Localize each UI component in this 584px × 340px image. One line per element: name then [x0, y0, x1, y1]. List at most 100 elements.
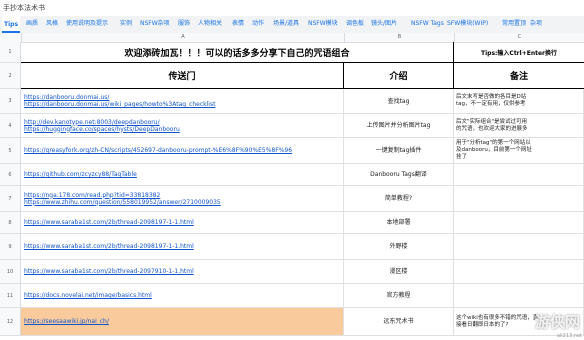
- note-cell[interactable]: [454, 260, 584, 284]
- row-header[interactable]: 4: [0, 114, 21, 138]
- link[interactable]: https://nga.178.com/read.php?tid=3381838…: [24, 192, 343, 199]
- link[interactable]: http://dev.kanotype.net:8003/deepdanboor…: [24, 119, 343, 126]
- link[interactable]: https://danbooru.donmai.us/: [24, 94, 343, 101]
- tab-usage[interactable]: 使用说明及提示: [66, 19, 108, 29]
- intro-text: Danbooru Tags翻译: [370, 171, 427, 178]
- note-text: 后文末写是否做的各目是D站: [456, 94, 527, 100]
- row-header[interactable]: 3: [0, 89, 21, 114]
- tab-nsfw-module[interactable]: NSFW模块: [308, 19, 338, 29]
- tab-pinned[interactable]: 常用置顶: [502, 19, 526, 29]
- note-cell[interactable]: [454, 234, 584, 260]
- intro-cell[interactable]: 官方教程: [344, 284, 454, 308]
- link[interactable]: https://danbooru.donmai.us/wiki_pages/ho…: [24, 101, 343, 108]
- tab-quality[interactable]: 画质: [26, 19, 38, 29]
- header-portal[interactable]: 传送门: [21, 63, 344, 89]
- note-text: 的咒语，也欢迎大家的进展多: [456, 125, 528, 132]
- intro-cell[interactable]: 外野楼: [344, 234, 454, 260]
- table-row-link-cell[interactable]: https://docs.novelai.net/image/basics.ht…: [21, 284, 344, 308]
- link[interactable]: https://www.saraba1st.com/2b/thread-2097…: [24, 268, 343, 275]
- title-bar: 手抄本法术书: [0, 0, 584, 16]
- row-header[interactable]: 11: [0, 284, 21, 308]
- note-text: 用于"分析tag"的第一个网站以: [456, 140, 531, 146]
- tab-scene-props[interactable]: 场景/道具: [273, 19, 299, 29]
- row-header[interactable]: 5: [0, 138, 21, 164]
- table-row-link-cell[interactable]: https://greasyfork.org/zh-CN/scripts/452…: [21, 138, 344, 164]
- note-text: 挂了: [456, 154, 468, 160]
- tab-nsfw-misc[interactable]: NSFW杂项: [140, 19, 170, 29]
- tab-character[interactable]: 人物相关: [198, 19, 222, 29]
- column-header-c[interactable]: C: [454, 33, 584, 42]
- intro-text: 漫区楼: [389, 268, 408, 275]
- row-header[interactable]: 7: [0, 186, 21, 212]
- link[interactable]: https://docs.novelai.net/image/basics.ht…: [24, 292, 343, 299]
- row-header[interactable]: 6: [0, 164, 21, 186]
- header-notes[interactable]: 备注: [454, 63, 584, 89]
- link[interactable]: https://www.zhihu.com/question/558019952…: [24, 199, 343, 206]
- corner-cell[interactable]: [0, 33, 21, 42]
- intro-text: 官方教程: [386, 292, 411, 299]
- intro-cell[interactable]: 上传图片并分析图片tag: [344, 114, 454, 138]
- link[interactable]: https://www.saraba1st.com/2b/thread-2098…: [24, 219, 343, 226]
- row-header[interactable]: 10: [0, 260, 21, 284]
- tab-style[interactable]: 风格: [46, 19, 58, 29]
- link[interactable]: https://seesaawiki.jp/nai_ch/: [24, 318, 343, 325]
- note-cell[interactable]: 后文末写是否做的各目是D站 tag，不一定有用，仅供参考: [454, 89, 584, 114]
- intro-cell[interactable]: 查找tag: [344, 89, 454, 114]
- note-cell[interactable]: [454, 164, 584, 186]
- intro-cell[interactable]: Danbooru Tags翻译: [344, 164, 454, 186]
- shortcut-tip[interactable]: Tips:输入Ctrl+Enter换行: [454, 42, 584, 63]
- header-intro[interactable]: 介绍: [344, 63, 454, 89]
- link[interactable]: https://github.com/zcyzcy88/TagTable: [24, 171, 343, 178]
- table-row-link-cell[interactable]: https://nga.178.com/read.php?tid=3381838…: [21, 186, 344, 212]
- note-cell[interactable]: 后文"实际组合"是尝试过可用 的咒语，也欢迎大家的进展多: [454, 114, 584, 138]
- doc-title: 手抄本法术书: [3, 4, 45, 12]
- tab-palette[interactable]: 调色板: [346, 19, 364, 29]
- table-row-link-cell[interactable]: https://danbooru.donmai.us/ https://danb…: [21, 89, 344, 114]
- row-header[interactable]: 1: [0, 42, 21, 63]
- table-row-link-cell[interactable]: https://github.com/zcyzcy88/TagTable: [21, 164, 344, 186]
- note-cell[interactable]: [454, 186, 584, 212]
- tab-misc[interactable]: 杂项: [530, 19, 542, 29]
- intro-cell[interactable]: 漫区楼: [344, 260, 454, 284]
- row-header[interactable]: 2: [0, 63, 21, 89]
- column-header-b[interactable]: B: [344, 33, 454, 42]
- row-header[interactable]: 8: [0, 212, 21, 234]
- intro-text: 查找tag: [387, 97, 410, 105]
- intro-text: 一键复制tag插件: [375, 147, 422, 154]
- note-text: 后文"实际组合"是尝试过可用: [456, 118, 528, 125]
- watermark-url: ali213.net: [556, 333, 582, 339]
- table-row-link-cell[interactable]: https://www.saraba1st.com/2b/thread-2097…: [21, 260, 344, 284]
- tab-action[interactable]: 动作: [252, 19, 264, 29]
- tab-expression[interactable]: 表情: [232, 19, 244, 29]
- note-text: 及danbooru，目前第一个网址: [456, 147, 532, 153]
- table-row-link-cell[interactable]: http://dev.kanotype.net:8003/deepdanboor…: [21, 114, 344, 138]
- note-cell[interactable]: 用于"分析tag"的第一个网站以 及danbooru，目前第一个网址 挂了: [454, 138, 584, 164]
- sheet-tab-bar: Tips 画质 风格 使用说明及提示 实例 NSFW杂项 服饰 人物相关 表情 …: [0, 16, 584, 34]
- intro-cell[interactable]: 远东咒术书: [344, 308, 454, 336]
- tab-examples[interactable]: 实例: [120, 19, 132, 29]
- tab-camera[interactable]: 镜头/图片: [371, 19, 397, 29]
- row-header[interactable]: 12: [0, 308, 21, 336]
- welcome-banner[interactable]: 欢迎添砖加瓦！！！可以的话多多分享下自己的咒语组合: [21, 42, 454, 63]
- link[interactable]: https://www.saraba1st.com/2b/thread-2098…: [24, 243, 343, 250]
- row-header[interactable]: 9: [0, 234, 21, 260]
- intro-cell[interactable]: 一键复制tag插件: [344, 138, 454, 164]
- intro-text: 上传图片并分析图片tag: [366, 122, 431, 129]
- tab-tips[interactable]: Tips: [2, 16, 21, 33]
- tab-sfw-module[interactable]: SFW模块(WIP): [447, 19, 488, 29]
- intro-text: 本地部署: [386, 219, 411, 226]
- intro-text: 远东咒术书: [383, 318, 414, 325]
- tab-nsfw-tags[interactable]: NSFW Tags: [411, 19, 444, 29]
- column-header-a[interactable]: A: [21, 33, 344, 42]
- table-row-link-cell[interactable]: https://www.saraba1st.com/2b/thread-2098…: [21, 234, 344, 260]
- intro-cell[interactable]: 本地部署: [344, 212, 454, 234]
- note-cell[interactable]: [454, 212, 584, 234]
- table-row-link-cell[interactable]: https://seesaawiki.jp/nai_ch/: [21, 308, 344, 336]
- link[interactable]: https://huggingface.co/spaces/hysts/Deep…: [24, 126, 343, 133]
- note-cell[interactable]: [454, 284, 584, 308]
- link[interactable]: https://greasyfork.org/zh-CN/scripts/452…: [24, 147, 343, 154]
- watermark-logo: 游侠网: [534, 313, 580, 331]
- tab-clothing[interactable]: 服饰: [178, 19, 190, 29]
- table-row-link-cell[interactable]: https://www.saraba1st.com/2b/thread-2098…: [21, 212, 344, 234]
- intro-cell[interactable]: 简单教程?: [344, 186, 454, 212]
